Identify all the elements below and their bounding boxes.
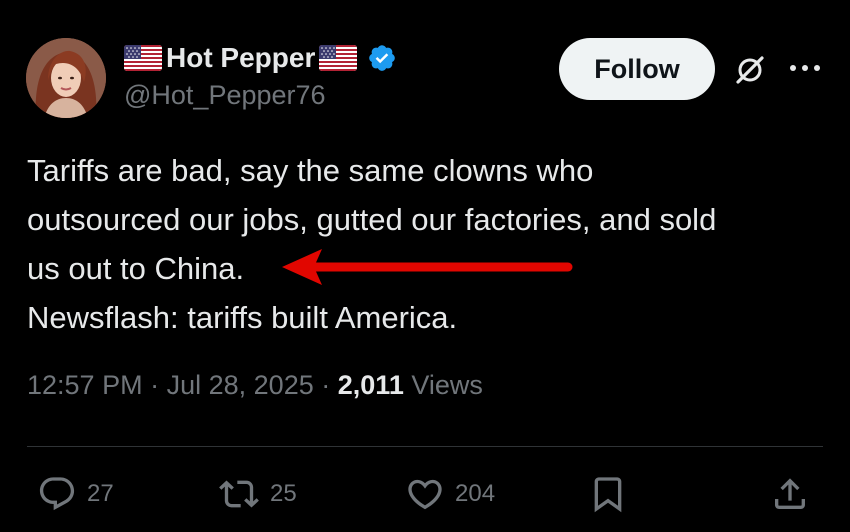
bookmark-icon <box>594 477 622 513</box>
share-button[interactable] <box>770 474 810 514</box>
more-options-icon[interactable] <box>787 58 823 78</box>
verified-badge-icon[interactable] <box>367 43 397 73</box>
repost-icon <box>219 480 259 508</box>
reply-icon <box>39 477 75 511</box>
tweet-date[interactable]: Jul 28, 2025 <box>167 370 314 400</box>
author-handle[interactable]: @Hot_Pepper76 <box>124 80 326 111</box>
red-arrow-annotation <box>282 249 573 285</box>
meta-separator: · <box>150 370 160 400</box>
reply-count: 27 <box>87 480 114 507</box>
us-flag-icon <box>319 45 358 71</box>
avatar-photo <box>26 38 106 118</box>
avatar[interactable] <box>26 38 106 118</box>
author-display-name[interactable]: Hot Pepper <box>164 42 317 74</box>
follow-button[interactable]: Follow <box>559 38 715 100</box>
tweet-time[interactable]: 12:57 PM <box>27 370 143 400</box>
share-icon <box>775 478 805 509</box>
heart-icon <box>408 479 442 510</box>
meta-separator: · <box>321 370 331 400</box>
bookmark-button[interactable] <box>588 474 628 514</box>
action-bar: 27 25 204 <box>0 470 850 520</box>
views-count: 2,011 <box>337 370 404 400</box>
divider <box>27 446 823 447</box>
reply-button[interactable]: 27 <box>37 474 114 514</box>
repost-button[interactable]: 25 <box>218 474 297 514</box>
tweet-meta: 12:57 PM · Jul 28, 2025 · 2,011 Views <box>27 370 483 401</box>
grok-icon[interactable] <box>733 53 767 87</box>
like-count: 204 <box>455 480 496 507</box>
repost-count: 25 <box>270 480 297 507</box>
author-name-row[interactable]: Hot Pepper <box>124 40 397 76</box>
like-button[interactable]: 204 <box>405 474 495 514</box>
views-label: Views <box>411 370 483 400</box>
tweet-text: Tariffs are bad, say the same clowns who… <box>27 153 717 335</box>
us-flag-icon <box>124 45 162 71</box>
